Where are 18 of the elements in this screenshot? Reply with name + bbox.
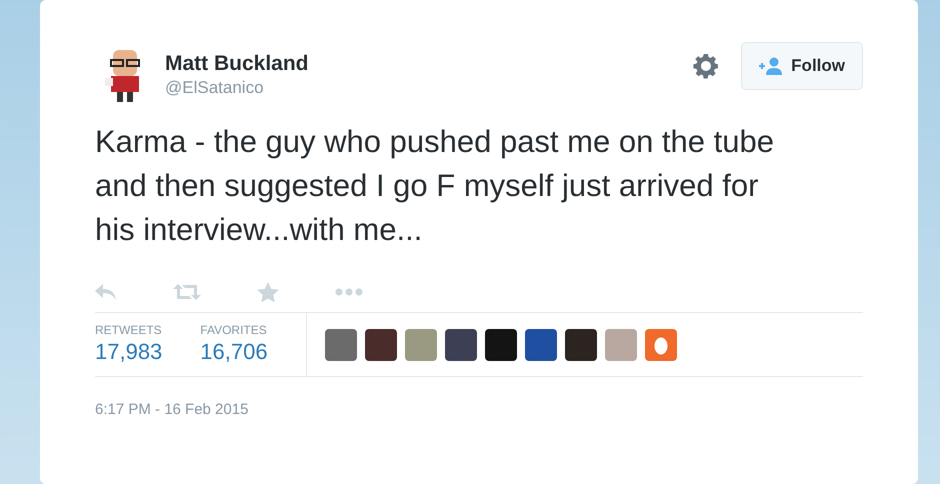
follow-button[interactable]: Follow: [741, 42, 863, 90]
avatar-photo-placeholder[interactable]: [364, 328, 397, 360]
settings-icon[interactable]: [693, 54, 720, 80]
add-user-icon: [759, 56, 784, 75]
stat-count[interactable]: 17,983: [95, 339, 162, 366]
stat-label: RETWEETS: [95, 322, 162, 339]
avatar-photo-placeholder[interactable]: [524, 328, 557, 360]
star-icon[interactable]: [257, 282, 279, 302]
tweet-timestamp[interactable]: 6:17 PM - 16 Feb 2015: [95, 399, 863, 422]
author-handle[interactable]: @ElSatanico: [165, 75, 694, 101]
tweet-text: Karma - the guy who pushed past me on the tube and then suggested I go F myself just arrived for his interview...with me...: [95, 123, 775, 249]
avatar-photo-placeholder[interactable]: [564, 328, 597, 360]
default-avatar-icon[interactable]: [644, 328, 677, 360]
stat-count[interactable]: 16,706: [200, 339, 268, 366]
avatar-photo-placeholder[interactable]: [484, 328, 517, 360]
stat-label: FAVORITES: [200, 322, 268, 339]
avatar-photo-placeholder[interactable]: [444, 328, 477, 360]
author-name[interactable]: Matt Buckland: [165, 52, 694, 76]
